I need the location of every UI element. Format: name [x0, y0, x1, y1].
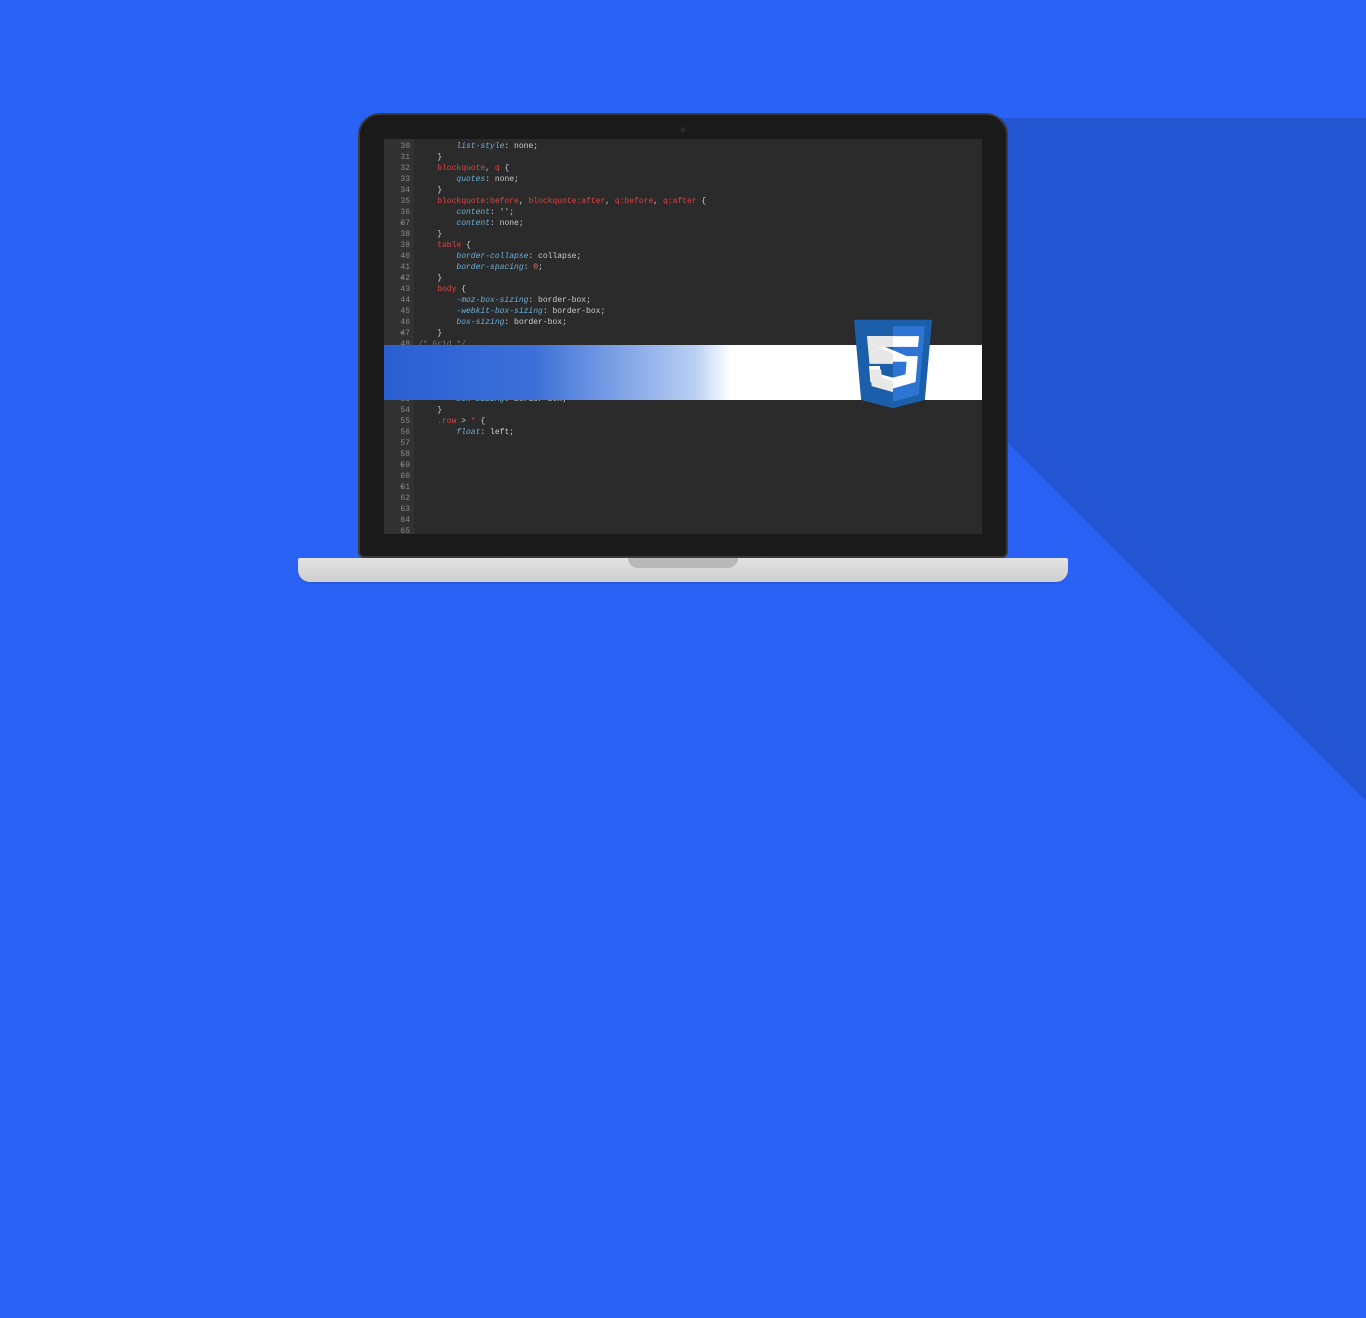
- code-line: -moz-box-sizing: border-box;: [418, 295, 978, 306]
- fold-marker-icon: ▼: [400, 273, 404, 284]
- line-number: 36: [384, 207, 410, 218]
- line-number: 40: [384, 251, 410, 262]
- line-number: 62: [384, 493, 410, 504]
- line-number: 45: [384, 306, 410, 317]
- code-line: float: left;: [418, 427, 978, 438]
- line-number: 65: [384, 526, 410, 534]
- line-number: 37: [384, 218, 410, 229]
- line-number: 43: [384, 284, 410, 295]
- code-line: body {: [418, 284, 978, 295]
- fold-marker-icon: ▼: [400, 482, 404, 493]
- laptop-base: [298, 558, 1068, 582]
- fold-marker-icon: ▼: [400, 218, 404, 229]
- line-number: 63: [384, 504, 410, 515]
- code-line: content: '';: [418, 207, 978, 218]
- code-line: }: [418, 273, 978, 284]
- line-number: 34: [384, 185, 410, 196]
- code-line: blockquote:before, blockquote:after, q:b…: [418, 196, 978, 207]
- camera-icon: [680, 126, 687, 133]
- code-line: list-style: none;: [418, 141, 978, 152]
- line-number: 59: [384, 460, 410, 471]
- line-number: 46: [384, 317, 410, 328]
- line-number-gutter: 30313233343536▼3738394041▼4243444546▼474…: [384, 139, 414, 534]
- line-number: 32: [384, 163, 410, 174]
- laptop-notch: [628, 558, 738, 568]
- line-number: 57: [384, 438, 410, 449]
- code-line: blockquote, q {: [418, 163, 978, 174]
- code-line: border-spacing: 0;: [418, 262, 978, 273]
- code-line: border-collapse: collapse;: [418, 251, 978, 262]
- laptop-lid: 30313233343536▼3738394041▼4243444546▼474…: [358, 113, 1008, 558]
- line-number: 56: [384, 427, 410, 438]
- line-number: 64: [384, 515, 410, 526]
- fold-marker-icon: ▼: [400, 460, 404, 471]
- laptop-mockup: 30313233343536▼3738394041▼4243444546▼474…: [358, 113, 1008, 582]
- fold-marker-icon: ▼: [400, 328, 404, 339]
- line-number: 39: [384, 240, 410, 251]
- line-number: 54: [384, 405, 410, 416]
- code-line: }: [418, 152, 978, 163]
- line-number: 30: [384, 141, 410, 152]
- line-number: 35: [384, 196, 410, 207]
- line-number: 60: [384, 471, 410, 482]
- line-number: 42: [384, 273, 410, 284]
- code-line: quotes: none;: [418, 174, 978, 185]
- line-number: 47: [384, 328, 410, 339]
- line-number: 58: [384, 449, 410, 460]
- code-editor-screen: 30313233343536▼3738394041▼4243444546▼474…: [384, 139, 982, 534]
- code-line: }: [418, 229, 978, 240]
- code-line: table {: [418, 240, 978, 251]
- line-number: 33: [384, 174, 410, 185]
- line-number: 44: [384, 295, 410, 306]
- code-line: -webkit-box-sizing: border-box;: [418, 306, 978, 317]
- code-line: }: [418, 185, 978, 196]
- line-number: 61: [384, 482, 410, 493]
- line-number: 38: [384, 229, 410, 240]
- line-number: 55: [384, 416, 410, 427]
- code-line: .row > * {: [418, 416, 978, 427]
- css3-shield-icon: [854, 319, 932, 409]
- line-number: 41: [384, 262, 410, 273]
- code-line: content: none;: [418, 218, 978, 229]
- line-number: 31: [384, 152, 410, 163]
